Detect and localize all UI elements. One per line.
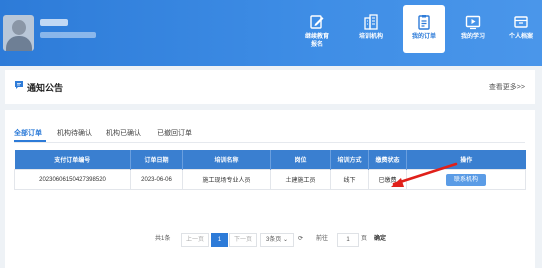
cell-training-name: 施工现场专业人员	[182, 169, 271, 190]
pager-page-unit: 页	[361, 236, 368, 242]
nav-personal-archive[interactable]: 个人档案	[500, 5, 542, 53]
top-header: 继续教育 报名 培训机构 我的订单 我的学习 个人档案	[0, 0, 542, 66]
nav-training-institution[interactable]: 培训机构	[350, 5, 392, 53]
video-play-icon	[465, 15, 481, 30]
col-post: 岗位	[270, 150, 331, 170]
cell-mode: 线下	[330, 169, 369, 190]
pager-goto-input[interactable]: 1	[337, 233, 359, 247]
clipboard-list-icon	[418, 15, 430, 30]
col-date: 订单日期	[130, 150, 183, 170]
pager-size-value: 3条页	[265, 237, 282, 243]
notice-title: 通知公告	[27, 83, 64, 93]
tab-withdrawn[interactable]: 已撤回订单	[157, 128, 192, 138]
nav-label: 培训机构	[358, 34, 383, 40]
user-name-blurred	[40, 19, 68, 26]
archive-folder-icon	[514, 16, 528, 28]
tab-all-orders[interactable]: 全部订单	[14, 128, 42, 138]
cell-order-no: 20230606150427398520	[14, 169, 131, 190]
chevron-down-icon: ⌄	[282, 237, 289, 243]
pager-size-select[interactable]: 3条页 ⌄	[260, 233, 294, 247]
col-order-no: 支付订单编号	[14, 150, 131, 170]
pager-prev-button[interactable]: 上一页	[181, 233, 209, 247]
tab-pending-confirmation[interactable]: 机构待确认	[57, 128, 92, 138]
tab-divider	[14, 142, 525, 143]
view-more-link[interactable]: 查看更多>>	[489, 82, 525, 92]
nav-label: 报名	[310, 42, 323, 48]
pager-next-button[interactable]: 下一页	[229, 233, 257, 247]
pager-confirm-button[interactable]: 确定	[374, 233, 386, 245]
building-icon	[364, 14, 378, 30]
nav-my-orders[interactable]: 我的订单	[403, 5, 445, 53]
notice-bubble-icon	[15, 81, 23, 89]
nav-my-learning[interactable]: 我的学习	[452, 5, 494, 53]
pager-total: 共1条	[155, 236, 171, 242]
edit-document-icon	[310, 15, 324, 29]
avatar[interactable]	[3, 15, 34, 51]
refresh-icon[interactable]: ⟳	[298, 233, 303, 245]
user-info-blurred	[40, 32, 96, 38]
col-training-name: 培训名称	[182, 150, 271, 170]
cell-post: 土建施工员	[270, 169, 331, 190]
notice-panel: 通知公告 查看更多>>	[5, 70, 535, 104]
nav-label: 我的订单	[411, 34, 436, 40]
nav-label: 个人档案	[508, 34, 533, 40]
red-arrow-annotation	[391, 162, 458, 187]
col-mode: 培训方式	[330, 150, 369, 170]
nav-continuing-education[interactable]: 继续教育 报名	[296, 5, 338, 53]
nav-label: 继续教育	[304, 34, 329, 40]
cell-date: 2023-06-06	[130, 169, 183, 190]
tab-confirmed[interactable]: 机构已确认	[106, 128, 141, 138]
pager-goto-label: 前往	[316, 236, 329, 242]
pager-page-button[interactable]: 1	[211, 233, 228, 247]
nav-label: 我的学习	[460, 34, 485, 40]
